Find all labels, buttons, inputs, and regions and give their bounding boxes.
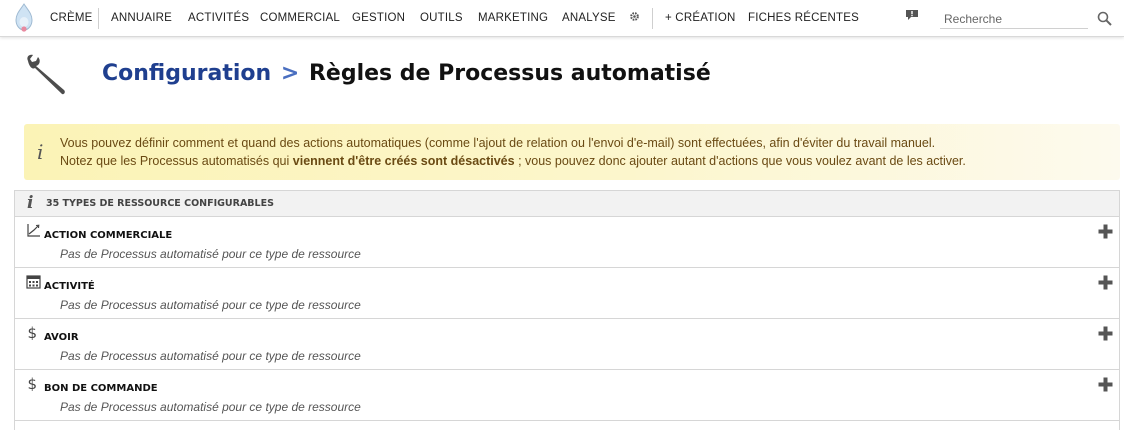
row-title: Bon de commande bbox=[44, 383, 158, 394]
nav-outils[interactable]: Outils bbox=[420, 12, 463, 24]
nav-gestion[interactable]: Gestion bbox=[352, 12, 405, 24]
banner-line-2-bold: viennent d'être créés sont désactivés bbox=[292, 154, 515, 168]
info-icon: i bbox=[37, 140, 44, 164]
svg-text:$: $ bbox=[28, 376, 38, 391]
page-title: Configuration > Règles de Processus auto… bbox=[102, 61, 711, 86]
top-navbar: Crème Annuaire Activités Commercial Gest… bbox=[0, 0, 1124, 37]
list-item: $ Avoir Pas de Processus automatisé pour… bbox=[15, 319, 1119, 370]
banner-line-2-start: Notez que les Processus automatisés qui bbox=[60, 154, 293, 168]
row-title: Action commerciale bbox=[44, 230, 173, 241]
breadcrumb-configuration[interactable]: Configuration bbox=[102, 61, 271, 86]
creme-logo-icon[interactable] bbox=[12, 3, 36, 33]
nav-annuaire[interactable]: Annuaire bbox=[111, 12, 172, 24]
add-icon[interactable] bbox=[1098, 377, 1113, 392]
svg-text:$: $ bbox=[28, 325, 38, 340]
banner-line-2: Notez que les Processus automatisés qui … bbox=[60, 154, 966, 168]
dollar-icon: $ bbox=[28, 376, 38, 391]
nav-creme[interactable]: Crème bbox=[50, 12, 93, 24]
chart-trend-icon bbox=[27, 224, 40, 237]
search-icon[interactable] bbox=[1097, 11, 1112, 26]
nav-fiches-recentes[interactable]: Fiches récentes bbox=[748, 12, 859, 24]
notification-icon[interactable] bbox=[905, 9, 919, 21]
row-description: Pas de Processus automatisé pour ce type… bbox=[60, 298, 361, 312]
nav-analyse[interactable]: Analyse bbox=[562, 12, 616, 24]
nav-commercial[interactable]: Commercial bbox=[260, 12, 340, 24]
row-description: Pas de Processus automatisé pour ce type… bbox=[60, 349, 361, 363]
add-icon[interactable] bbox=[1098, 275, 1113, 290]
breadcrumb-separator: > bbox=[280, 61, 300, 86]
row-description: Pas de Processus automatisé pour ce type… bbox=[60, 247, 361, 261]
nav-marketing[interactable]: Marketing bbox=[478, 12, 548, 24]
info-icon: i bbox=[27, 193, 34, 213]
nav-separator bbox=[652, 8, 653, 29]
banner-line-2-end: ; vous pouvez donc ajouter autant d'acti… bbox=[514, 154, 966, 168]
add-icon[interactable] bbox=[1098, 224, 1113, 239]
info-banner: i Vous pouvez définir comment et quand d… bbox=[24, 124, 1120, 180]
list-item: $ Bon de commande Pas de Processus autom… bbox=[15, 370, 1119, 421]
add-icon[interactable] bbox=[1098, 326, 1113, 341]
dollar-icon: $ bbox=[28, 325, 38, 340]
resource-types-panel: i 35 Types de ressource configurables Ac… bbox=[14, 190, 1120, 430]
calendar-icon bbox=[26, 275, 41, 289]
wrench-icon bbox=[27, 54, 65, 95]
row-title: Activité bbox=[44, 281, 95, 292]
row-title: Avoir bbox=[44, 332, 79, 343]
nav-separator bbox=[98, 8, 99, 29]
list-item: Action commerciale Pas de Processus auto… bbox=[15, 217, 1119, 268]
panel-header-label: 35 Types de ressource configurables bbox=[46, 198, 274, 209]
page-title-text: Règles de Processus automatisé bbox=[308, 61, 711, 86]
gear-icon[interactable] bbox=[629, 11, 640, 22]
search-input[interactable] bbox=[940, 9, 1088, 29]
banner-line-1: Vous pouvez définir comment et quand des… bbox=[60, 136, 936, 150]
nav-activites[interactable]: Activités bbox=[188, 12, 249, 24]
row-description: Pas de Processus automatisé pour ce type… bbox=[60, 400, 361, 414]
nav-creation[interactable]: + Création bbox=[665, 12, 735, 24]
list-item: Activité Pas de Processus automatisé pou… bbox=[15, 268, 1119, 319]
panel-header: i 35 Types de ressource configurables bbox=[15, 191, 1119, 217]
